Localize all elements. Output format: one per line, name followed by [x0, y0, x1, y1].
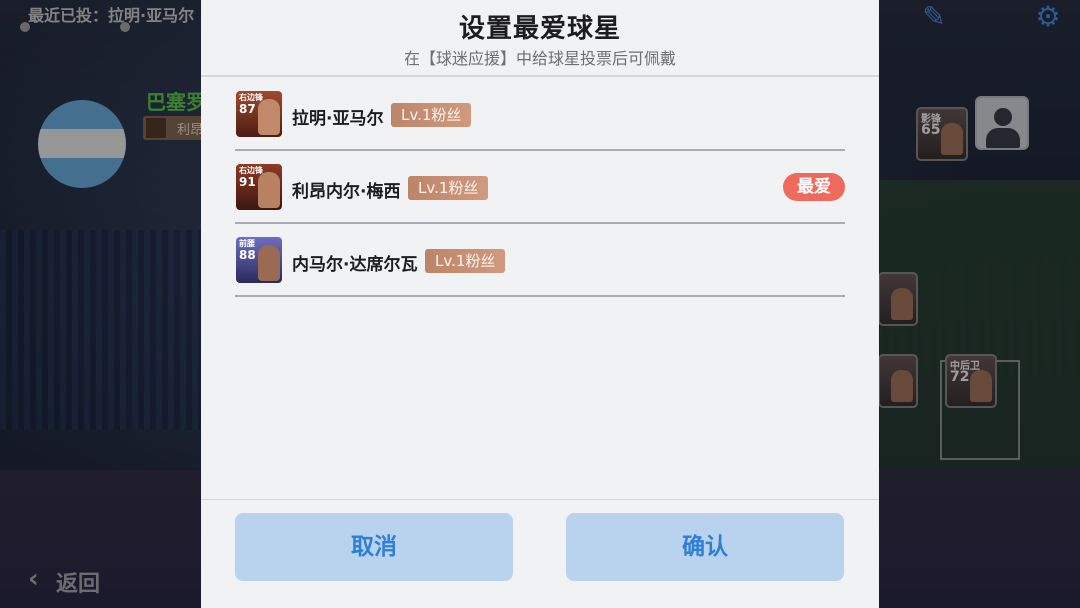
- player-portrait: [258, 172, 280, 208]
- player-portrait: [258, 99, 280, 135]
- confirm-button[interactable]: 确认: [566, 513, 844, 581]
- player-card-thumb: 前腰 88: [236, 237, 282, 283]
- player-row[interactable]: 右边锋 91 利昂内尔·梅西 Lv.1粉丝 最爱: [235, 151, 845, 224]
- favorite-badge: 最爱: [783, 173, 845, 201]
- divider: [201, 75, 879, 77]
- card-rating: 88: [239, 248, 256, 262]
- player-name: 拉明·亚马尔: [292, 109, 384, 129]
- player-row[interactable]: 前腰 88 内马尔·达席尔瓦 Lv.1粉丝: [235, 224, 845, 297]
- fan-level-badge: Lv.1粉丝: [425, 249, 506, 273]
- card-rating: 87: [239, 102, 256, 116]
- player-name: 利昂内尔·梅西: [292, 182, 401, 202]
- divider: [201, 499, 879, 500]
- card-rating: 91: [239, 175, 256, 189]
- fan-level-badge: Lv.1粉丝: [391, 103, 472, 127]
- player-row[interactable]: 右边锋 87 拉明·亚马尔 Lv.1粉丝: [235, 78, 845, 151]
- player-portrait: [258, 245, 280, 281]
- player-name: 内马尔·达席尔瓦: [292, 255, 418, 275]
- dialog-subtitle: 在【球迷应援】中给球星投票后可佩戴: [403, 49, 676, 68]
- fan-level-badge: Lv.1粉丝: [408, 176, 489, 200]
- player-card-thumb: 右边锋 91: [236, 164, 282, 210]
- cancel-button[interactable]: 取消: [235, 513, 513, 581]
- favorite-player-dialog: 设置最爱球星 在【球迷应援】中给球星投票后可佩戴 右边锋 87 拉明·亚马尔 L…: [201, 0, 879, 608]
- dialog-title: 设置最爱球星: [458, 14, 621, 44]
- player-card-thumb: 右边锋 87: [236, 91, 282, 137]
